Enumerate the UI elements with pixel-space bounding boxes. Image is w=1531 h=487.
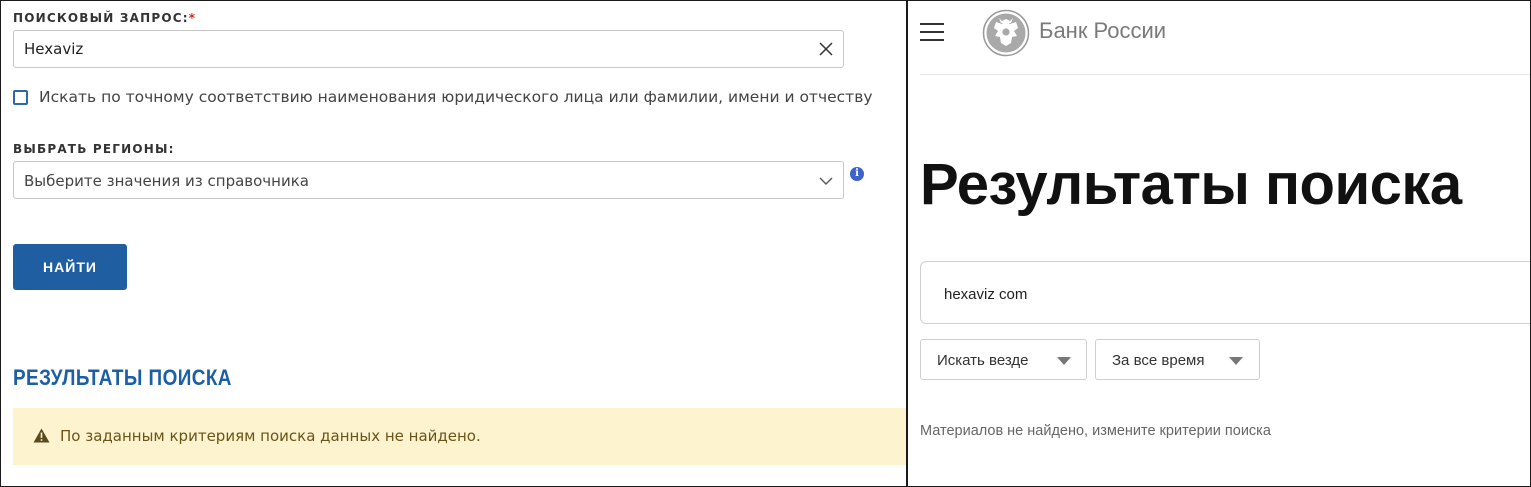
emblem-icon[interactable] <box>982 9 1030 57</box>
warning-icon <box>33 428 50 443</box>
results-title: РЕЗУЛЬТАТЫ ПОИСКА <box>13 365 232 390</box>
chevron-down-icon[interactable] <box>818 174 834 188</box>
bank-search-panel: Банк России Результаты поиска hexaviz co… <box>908 1 1530 486</box>
menu-icon[interactable] <box>920 23 944 41</box>
search-input[interactable]: hexaviz com <box>920 261 1530 324</box>
clear-icon[interactable] <box>817 40 835 58</box>
alert-text: По заданным критериям поиска данных не н… <box>60 427 481 445</box>
no-results-text: Материалов не найдено, измените критерии… <box>920 423 1271 439</box>
query-input[interactable]: Hexaviz <box>13 30 844 68</box>
find-button[interactable]: НАЙТИ <box>13 244 127 290</box>
period-filter-dropdown[interactable]: За все время <box>1095 339 1260 380</box>
query-label: ПОИСКОВЫЙ ЗАПРОС:* <box>13 11 197 25</box>
required-mark: * <box>188 11 197 25</box>
triangle-down-icon <box>1057 357 1071 365</box>
scope-filter-dropdown[interactable]: Искать везде <box>920 339 1087 380</box>
registry-search-panel: ПОИСКОВЫЙ ЗАПРОС:* Hexaviz Искать по точ… <box>1 1 906 486</box>
period-filter-value: За все время <box>1112 352 1205 369</box>
no-results-alert: По заданным критериям поиска данных не н… <box>13 408 906 465</box>
regions-label: ВЫБРАТЬ РЕГИОНЫ: <box>13 142 175 156</box>
exact-match-label[interactable]: Искать по точному соответствию наименова… <box>39 88 873 106</box>
page-title: Результаты поиска <box>920 152 1462 217</box>
scope-filter-value: Искать везде <box>937 352 1029 369</box>
query-input-value: Hexaviz <box>24 40 84 58</box>
triangle-down-icon <box>1229 357 1243 365</box>
search-input-value: hexaviz com <box>944 286 1028 303</box>
regions-select[interactable]: Выберите значения из справочника <box>13 161 844 199</box>
regions-placeholder: Выберите значения из справочника <box>24 172 309 190</box>
header-divider <box>920 74 1530 75</box>
info-icon[interactable]: i <box>850 167 864 181</box>
brand-name[interactable]: Банк России <box>1039 18 1166 44</box>
exact-match-checkbox[interactable] <box>13 90 28 105</box>
